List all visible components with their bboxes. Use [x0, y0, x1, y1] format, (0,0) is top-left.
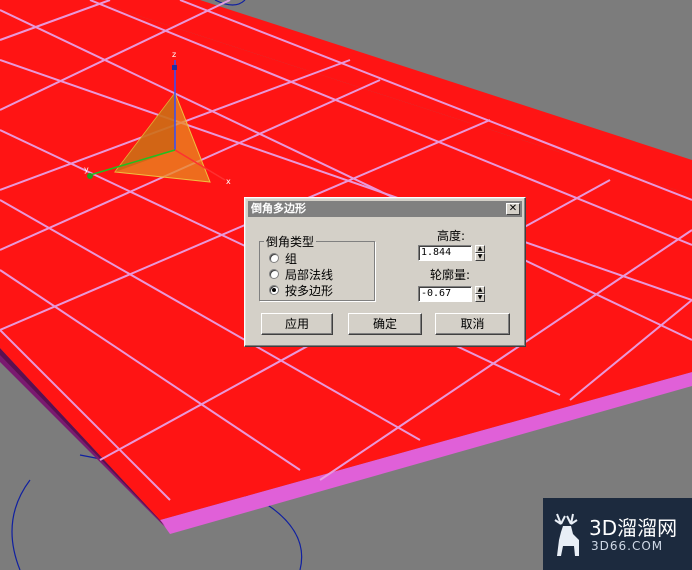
dialog-titlebar[interactable]: 倒角多边形 ✕ — [248, 201, 522, 217]
radio-local-normal-label: 局部法线 — [285, 267, 334, 282]
watermark-title: 3D溜溜网 — [589, 516, 678, 540]
radio-local-normal-indicator[interactable] — [269, 269, 279, 279]
radio-group-indicator[interactable] — [269, 253, 279, 263]
radio-group-label: 组 — [285, 251, 298, 266]
spinner-up-icon[interactable]: ▲ — [475, 286, 485, 294]
gizmo-label-z: z — [172, 50, 176, 59]
dialog-title: 倒角多边形 — [251, 202, 306, 215]
spinner-up-icon[interactable]: ▲ — [475, 245, 485, 253]
height-label: 高度: — [437, 229, 466, 243]
height-spinner[interactable]: 1.844 ▲ ▼ — [418, 245, 485, 261]
outline-input[interactable]: -0.67 — [418, 286, 472, 302]
outline-spinner[interactable]: -0.67 ▲ ▼ — [418, 286, 485, 302]
spline-curve — [11, 479, 31, 570]
apply-button[interactable]: 应用 — [261, 313, 333, 335]
bevel-type-label: 倒角类型 — [266, 235, 315, 249]
deer-logo-icon — [554, 513, 579, 556]
radio-by-polygon-indicator[interactable] — [269, 285, 279, 295]
height-input[interactable]: 1.844 — [418, 245, 472, 261]
bevel-polygon-dialog: 倒角多边形 ✕ 倒角类型 组 局部法线 按多边形 高度: 1.844 ▲ ▼ 轮… — [244, 197, 526, 347]
watermark-subtitle: 3D66.COM — [591, 539, 664, 553]
radio-by-polygon-option[interactable]: 按多边形 — [269, 282, 333, 298]
gizmo-label-y: y — [84, 165, 89, 174]
ok-button[interactable]: 确定 — [348, 313, 422, 335]
close-button[interactable]: ✕ — [506, 203, 520, 215]
spinner-down-icon[interactable]: ▼ — [475, 253, 485, 261]
radio-local-normal-option[interactable]: 局部法线 — [269, 266, 333, 282]
cancel-button[interactable]: 取消 — [435, 313, 510, 335]
outline-label: 轮廓量: — [430, 268, 471, 282]
radio-group-option[interactable]: 组 — [269, 250, 297, 266]
gizmo-pivot — [172, 65, 177, 70]
radio-by-polygon-label: 按多边形 — [285, 283, 334, 298]
gizmo-label-x: x — [226, 177, 231, 186]
site-watermark: 3D溜溜网 3D66.COM — [543, 498, 692, 570]
spinner-down-icon[interactable]: ▼ — [475, 294, 485, 302]
